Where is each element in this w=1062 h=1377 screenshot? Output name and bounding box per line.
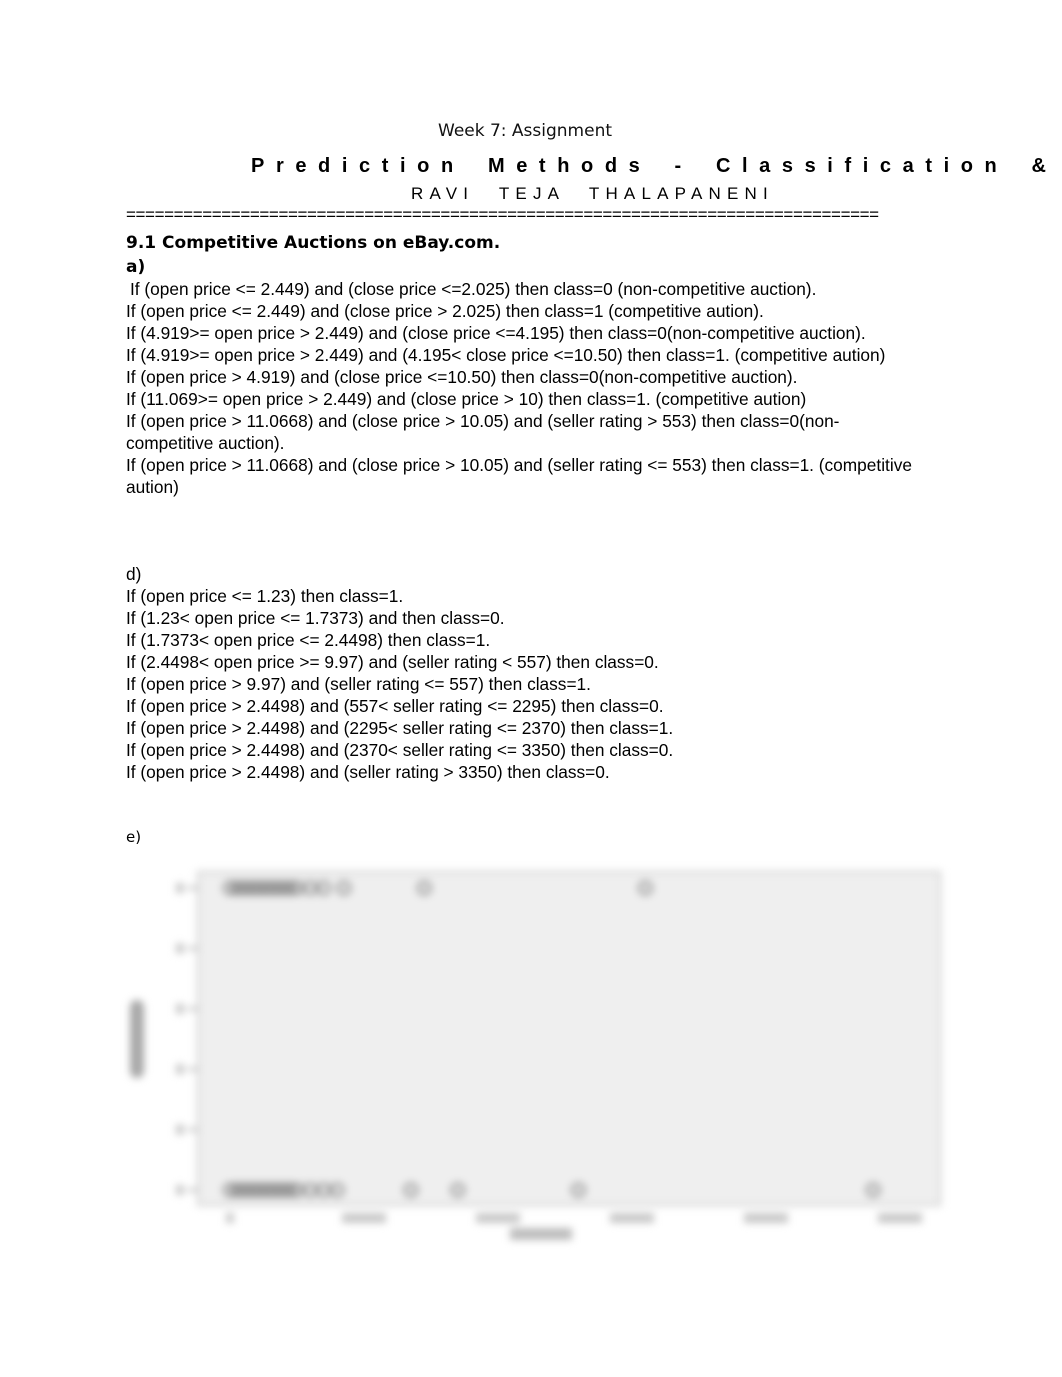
rule-line: If (11.069>= open price > 2.449) and (cl… [126, 389, 807, 409]
y-tick-label [176, 943, 184, 954]
x-axis-title [510, 1228, 572, 1240]
rule-line: If (open price > 9.97) and (seller ratin… [126, 674, 591, 694]
y-tick-label [176, 1124, 184, 1135]
x-tick-label [342, 1213, 386, 1223]
y-tick-label [176, 883, 184, 893]
x-tick-label [744, 1213, 788, 1223]
author-name: RAVI TEJA THALAPANENI [411, 184, 774, 203]
scatter-chart [120, 860, 960, 1260]
rule-line: If (1.7373< open price <= 2.4498) then c… [126, 630, 491, 650]
part-a-rules: If (open price <= 2.449) and (close pric… [126, 278, 926, 498]
rule-line: If (4.919>= open price > 2.449) and (clo… [126, 323, 866, 343]
rule-line: If (2.4498< open price >= 9.97) and (sel… [126, 652, 659, 672]
part-e-label: e) [126, 828, 142, 846]
rule-line: If (open price > 2.4498) and (557< selle… [126, 696, 664, 716]
rule-line: If (open price > 11.0668) and (close pri… [126, 411, 840, 453]
rule-line: If (open price <= 2.449) and (close pric… [126, 301, 764, 321]
rule-line: If (open price > 2.4498) and (seller rat… [126, 762, 610, 782]
part-d-label: d) [126, 564, 142, 584]
part-a-label: a) [126, 257, 146, 277]
rule-line: If (open price > 4.919) and (close price… [126, 367, 798, 387]
scatter-chart-svg [130, 870, 942, 1240]
y-axis-title [130, 1000, 144, 1078]
plot-area [196, 870, 942, 1207]
x-tick-label [878, 1213, 922, 1223]
y-tick-label [176, 1185, 184, 1195]
rule-line: If (4.919>= open price > 2.449) and (4.1… [126, 345, 886, 365]
rule-line: If (open price <= 1.23) then class=1. [126, 586, 404, 606]
x-tick-label [226, 1213, 234, 1223]
rule-line: If (open price <= 2.449) and (close pric… [130, 279, 817, 299]
rule-line: If (1.23< open price <= 1.7373) and then… [126, 608, 505, 628]
subject-title: Prediction Methods - Classification & R [251, 155, 1062, 177]
y-tick-label [176, 1064, 184, 1075]
rule-line: If (open price > 2.4498) and (2370< sell… [126, 740, 674, 760]
section-heading: 9.1 Competitive Auctions on eBay.com. [126, 233, 501, 253]
document-title: Week 7: Assignment [438, 121, 613, 141]
part-d-rules: d) If (open price <= 1.23) then class=1.… [126, 563, 926, 783]
rule-line: If (open price > 2.4498) and (2295< sell… [126, 718, 674, 738]
x-tick-label [476, 1213, 520, 1223]
y-tick-label [176, 1003, 184, 1014]
rule-line: If (open price > 11.0668) and (close pri… [126, 455, 912, 497]
x-tick-label [610, 1213, 654, 1223]
separator-line: ========================================… [126, 205, 879, 224]
